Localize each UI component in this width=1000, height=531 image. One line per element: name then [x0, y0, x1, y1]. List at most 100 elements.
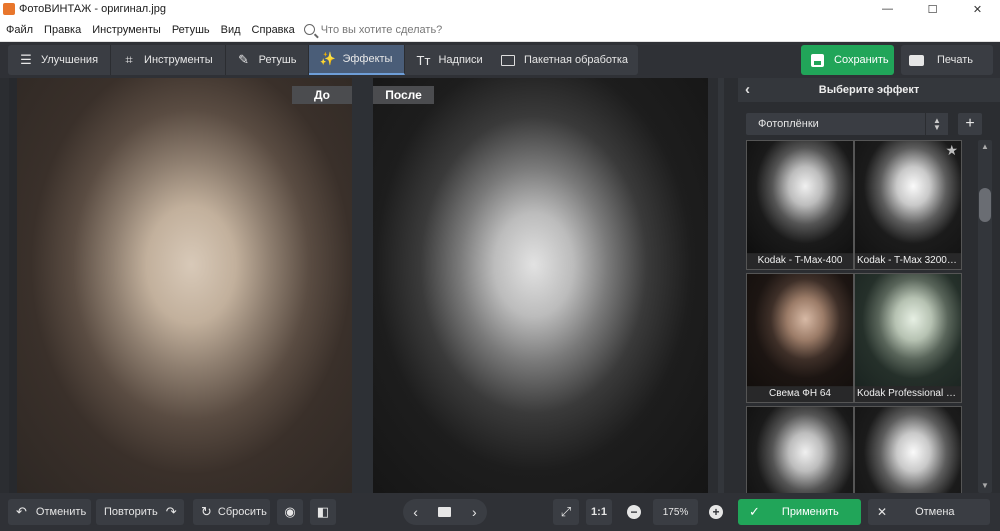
scroll-down-icon[interactable]: ▼: [979, 481, 991, 491]
save-button[interactable]: Сохранить: [801, 45, 894, 75]
effect-thumbnail[interactable]: [854, 406, 962, 493]
effect-preview: [747, 407, 853, 493]
category-select[interactable]: Фотоплёнки: [746, 113, 948, 135]
menu-tools[interactable]: Инструменты: [86, 24, 166, 36]
batch-processing-button[interactable]: Пакетная обработка: [491, 45, 638, 75]
before-label: До: [292, 86, 352, 104]
zoom-in-icon[interactable]: +: [709, 505, 723, 519]
after-photo: [373, 78, 708, 493]
menu-help[interactable]: Справка: [246, 24, 300, 36]
file-navigation: ‹ ›: [403, 499, 487, 525]
fit-screen-button[interactable]: ⤢: [553, 499, 579, 525]
tab-enhancements[interactable]: ☰ Улучшения: [8, 45, 112, 75]
effect-caption: Kodak Professional BW...: [855, 386, 961, 402]
batch-label: Пакетная обработка: [524, 54, 628, 66]
undo-icon: ↶: [16, 504, 27, 519]
app-icon: [3, 3, 15, 15]
panel-title: Выберите эффект: [818, 84, 920, 96]
next-arrow-icon[interactable]: ›: [472, 504, 477, 520]
close-icon: ✕: [877, 505, 888, 519]
effect-caption: Kodak - T-Max-400: [747, 253, 853, 269]
sliders-icon: ☰: [20, 52, 32, 67]
text-icon: Tт: [416, 52, 431, 68]
preview-button[interactable]: ◉: [277, 499, 303, 525]
canvas-scrollbar[interactable]: [718, 78, 724, 493]
menu-retouch[interactable]: Ретушь: [166, 24, 215, 36]
tab-label: Ретушь: [258, 54, 297, 66]
eye-icon: ◉: [284, 504, 296, 519]
tool-tabs: ☰ Улучшения ⌗ Инструменты ✎ Ретушь ✨ Эфф…: [8, 45, 496, 75]
check-icon: ✓: [749, 504, 760, 519]
tab-retouch[interactable]: ✎ Ретушь: [226, 45, 310, 75]
printer-icon: [909, 54, 924, 66]
menu-bar: Файл Правка Инструменты Ретушь Вид Справ…: [0, 18, 1000, 42]
menu-search[interactable]: Что вы хотите сделать?: [303, 23, 443, 36]
compare-button[interactable]: ◧: [310, 499, 336, 525]
search-icon: [303, 24, 315, 35]
search-placeholder: Что вы хотите сделать?: [320, 23, 443, 36]
undo-label: Отменить: [35, 506, 87, 518]
crop-icon: ⌗: [125, 52, 133, 67]
effect-thumbnail[interactable]: Kodak Professional BW...: [854, 273, 962, 403]
folder-icon[interactable]: [438, 507, 452, 517]
effect-thumbnail[interactable]: ★ Kodak - T-Max 3200 P...: [854, 140, 962, 270]
star-icon[interactable]: ★: [945, 142, 958, 159]
tab-effects[interactable]: ✨ Эффекты: [309, 45, 406, 75]
cancel-button[interactable]: ✕ Отмена: [868, 499, 990, 525]
reset-icon: ↻: [201, 504, 212, 519]
print-button[interactable]: Печать: [901, 45, 993, 75]
image-icon: [501, 54, 515, 66]
apply-button[interactable]: ✓ Применить: [738, 499, 861, 525]
category-value: Фотоплёнки: [758, 118, 819, 130]
tab-text[interactable]: Tт Надписи: [405, 45, 496, 75]
panel-header: ‹ Выберите эффект: [738, 78, 1000, 102]
compare-divider[interactable]: [352, 78, 373, 493]
effect-thumbnail[interactable]: [746, 406, 854, 493]
menu-file[interactable]: Файл: [0, 24, 38, 36]
before-photo: [17, 78, 352, 493]
effect-thumbnail[interactable]: Свема ФН 64: [746, 273, 854, 403]
scroll-up-icon[interactable]: ▲: [979, 142, 991, 152]
undo-button[interactable]: ↶ Отменить: [8, 499, 91, 525]
window-title: ФотоВИНТАЖ - оригинал.jpg: [19, 3, 166, 15]
tab-tools[interactable]: ⌗ Инструменты: [111, 45, 226, 75]
effects-grid: Kodak - T-Max-400 ★ Kodak - T-Max 3200 P…: [746, 140, 974, 493]
zoom-level[interactable]: 175%: [653, 499, 698, 525]
main-toolbar: ☰ Улучшения ⌗ Инструменты ✎ Ретушь ✨ Эфф…: [0, 42, 1000, 78]
effect-preview: [855, 274, 961, 387]
tab-label: Улучшения: [41, 54, 99, 66]
reset-button[interactable]: ↻ Сбросить: [193, 499, 270, 525]
title-bar: ФотоВИНТАЖ - оригинал.jpg — ☐ ✕: [0, 0, 1000, 18]
redo-button[interactable]: Повторить ↷: [96, 499, 184, 525]
redo-icon: ↷: [165, 504, 177, 519]
bottom-bar: ↶ Отменить Повторить ↷ ↻ Сбросить ◉ ◧ ‹ …: [0, 493, 1000, 531]
previous-arrow-icon[interactable]: ‹: [413, 504, 418, 520]
zoom-actual-button[interactable]: 1:1: [586, 499, 612, 525]
maximize-button[interactable]: ☐: [910, 0, 955, 18]
window-controls: — ☐ ✕: [865, 0, 1000, 18]
canvas-edge: [9, 78, 17, 493]
add-effect-button[interactable]: +: [958, 113, 982, 135]
menu-edit[interactable]: Правка: [38, 24, 86, 36]
tab-label: Надписи: [438, 54, 483, 66]
reset-label: Сбросить: [217, 506, 267, 518]
menu-view[interactable]: Вид: [215, 24, 246, 36]
workspace: До После: [0, 78, 735, 493]
effect-caption: Свема ФН 64: [747, 386, 853, 402]
magic-wand-icon: ✨: [319, 51, 336, 66]
category-spin-icon[interactable]: ▲ ▼: [925, 113, 948, 135]
effect-preview: [747, 141, 853, 254]
effect-preview: [747, 274, 853, 387]
panel-scroll-thumb[interactable]: [979, 188, 991, 222]
tab-label: Эффекты: [342, 53, 393, 65]
back-arrow-icon[interactable]: ‹: [745, 81, 750, 98]
effect-preview: [855, 407, 961, 493]
close-button[interactable]: ✕: [955, 0, 1000, 18]
zoom-out-icon[interactable]: −: [627, 505, 641, 519]
minimize-button[interactable]: —: [865, 0, 910, 18]
tab-label: Инструменты: [144, 54, 213, 66]
brush-icon: ✎: [238, 52, 250, 67]
apply-label: Применить: [781, 506, 839, 518]
after-label: После: [373, 86, 434, 104]
effect-thumbnail[interactable]: Kodak - T-Max-400: [746, 140, 854, 270]
